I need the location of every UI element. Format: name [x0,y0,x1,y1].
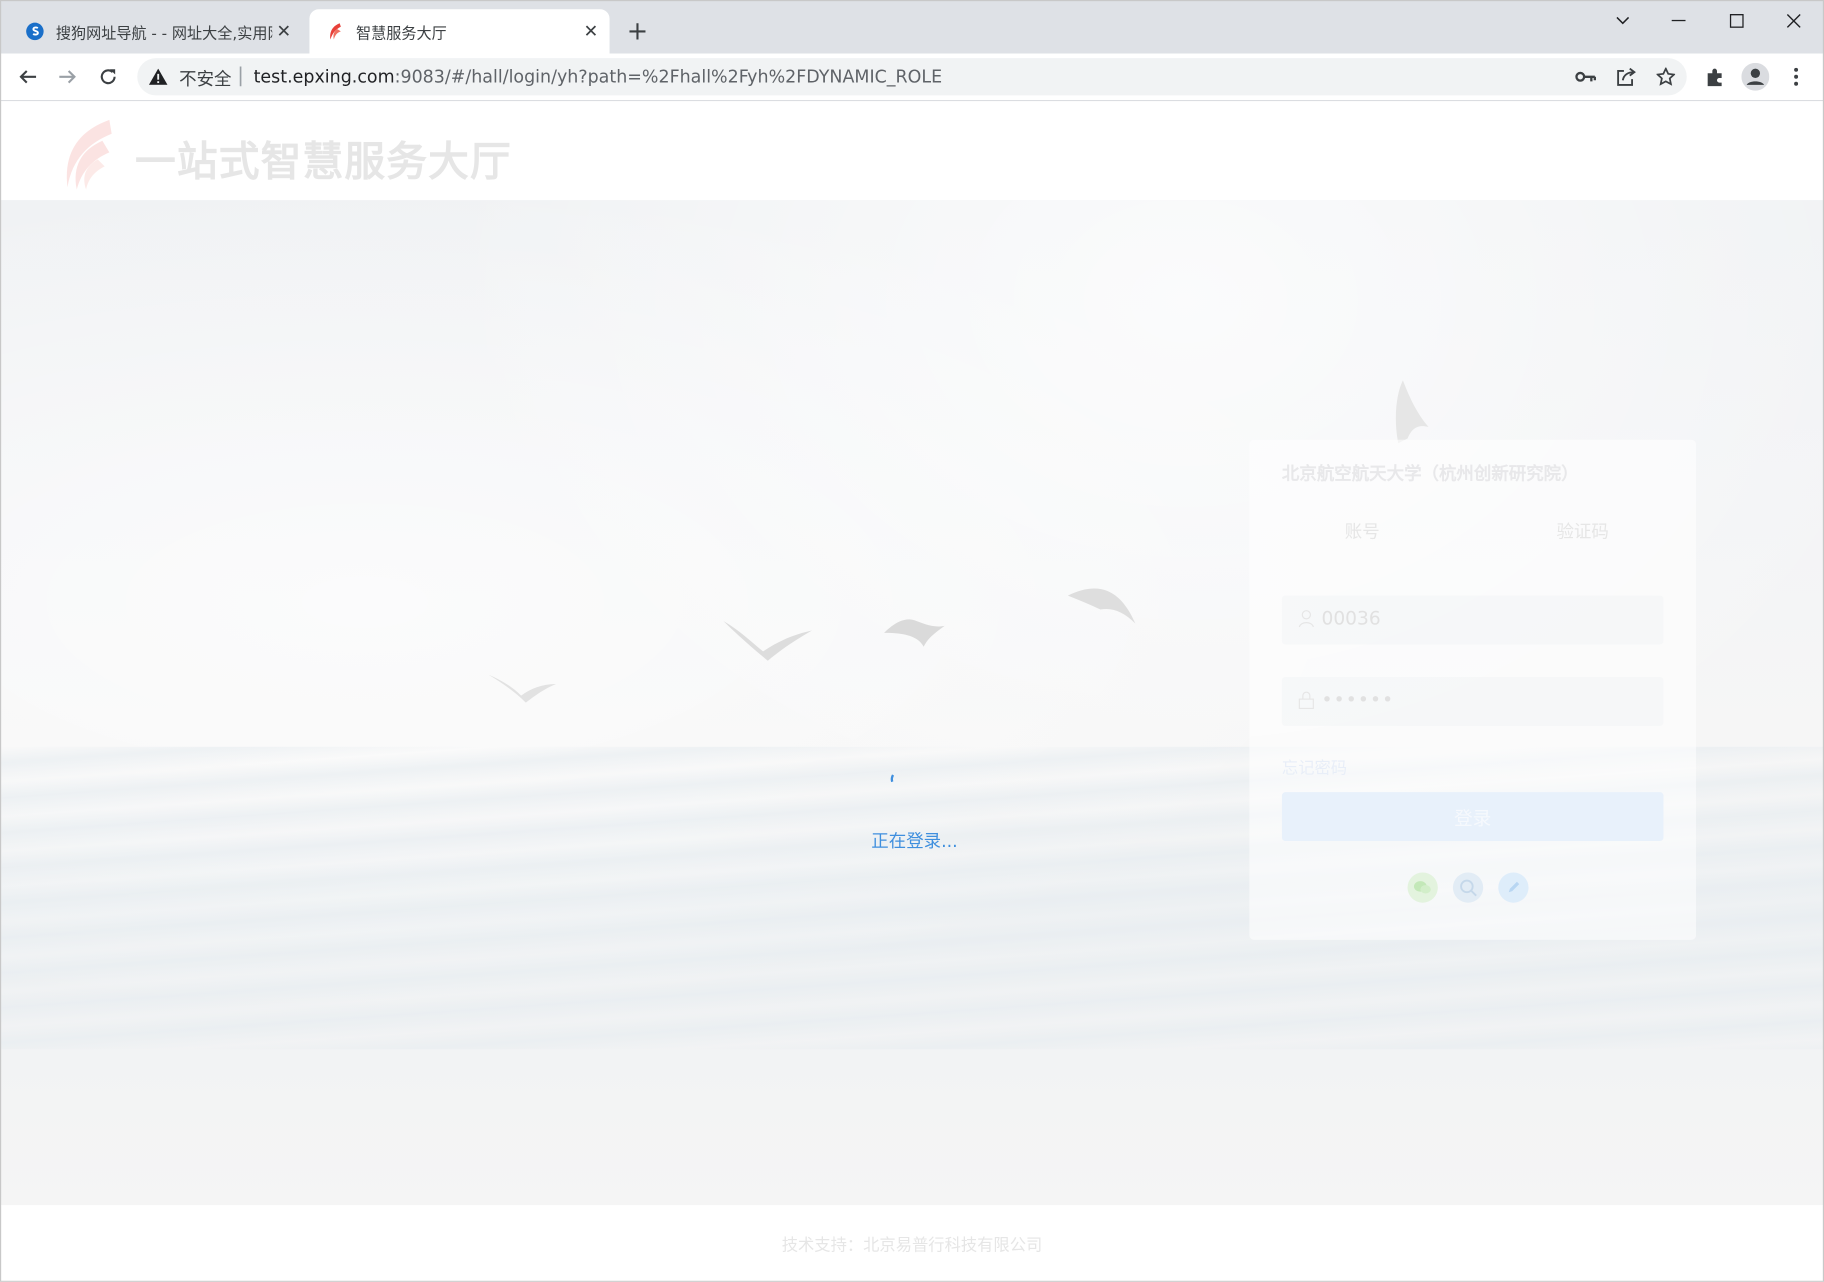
hero-background: 北京航空航天大学（杭州创新研究院） 账号 验证码 00036 •••••• 忘记… [0,200,1824,1206]
forward-arrow-icon[interactable] [54,63,82,91]
tab-account-login[interactable]: 账号 [1345,519,1380,543]
search-login-icon[interactable] [1452,872,1484,903]
page-content: 一站式智慧服务大厅 北京航空航天大学（杭州创新研究院） 账号 验证码 00036 [0,101,1824,1282]
lock-icon [1298,691,1314,710]
extensions-puzzle-icon[interactable] [1702,63,1730,91]
browser-window: 搜狗网址导航 - - 网址大全,实用网址 ✕ 智慧服务大厅 ✕ + [0,0,1824,1282]
maximize-icon[interactable] [1710,5,1764,38]
close-window-icon[interactable] [1767,5,1821,38]
url-host: test.epxing.com [253,66,395,88]
security-label[interactable]: 不安全 [179,66,231,90]
seagull-image [1395,380,1429,444]
url-text[interactable]: test.epxing.com:9083/#/hall/login/yh?pat… [254,66,943,87]
key-icon[interactable] [1573,65,1599,88]
tab-search-chevron-icon[interactable] [1596,5,1650,38]
tab-sogou[interactable]: 搜狗网址导航 - - 网址大全,实用网址 ✕ [9,9,302,53]
wechat-login-icon[interactable] [1407,872,1438,903]
more-menu-icon[interactable] [1782,63,1810,91]
logging-in-text: 正在登录... [871,830,958,852]
back-arrow-icon[interactable] [14,63,42,91]
tab-code-login[interactable]: 验证码 [1556,519,1608,543]
tab-service-hall[interactable]: 智慧服务大厅 ✕ [309,9,610,54]
minimize-icon[interactable] [1652,5,1706,38]
address-bar[interactable]: 不安全 | test.epxing.com:9083/#/hall/login/… [137,58,1687,96]
site-title: 一站式智慧服务大厅 [134,139,512,187]
tab-strip: 搜狗网址导航 - - 网址大全,实用网址 ✕ 智慧服务大厅 ✕ + [0,0,1824,54]
organization-name: 北京航空航天大学（杭州创新研究院） [1281,462,1579,484]
seagull-image [1067,588,1136,624]
browser-toolbar: 不安全 | test.epxing.com:9083/#/hall/login/… [0,53,1824,102]
url-path: :9083/#/hall/login/yh?path=%2Fhall%2Fyh%… [394,66,943,88]
password-value: •••••• [1321,688,1395,711]
login-button[interactable]: 登录 [1281,792,1664,842]
reload-icon[interactable] [94,63,122,91]
footer-text: 技术支持：北京易普行科技有限公司 [781,1236,1043,1256]
close-tab-icon[interactable]: ✕ [272,20,295,43]
share-icon[interactable] [1613,65,1639,88]
password-field[interactable]: •••••• [1281,677,1664,726]
close-tab-icon[interactable]: ✕ [579,20,602,43]
user-icon [1298,610,1314,629]
tab-title: 搜狗网址导航 - - 网址大全,实用网址 [55,25,272,43]
flame-logo-icon [326,22,345,41]
sogou-icon [26,22,45,41]
profile-avatar-icon[interactable] [1741,62,1770,91]
tab-title: 智慧服务大厅 [355,25,447,43]
warning-triangle-icon[interactable] [148,67,168,89]
seagull-image [488,674,557,703]
username-field[interactable]: 00036 [1281,595,1664,645]
loading-spinner [890,769,902,783]
seagull-image [723,621,812,661]
username-value: 00036 [1321,607,1381,630]
login-card: 北京航空航天大学（杭州创新研究院） 账号 验证码 00036 •••••• 忘记… [1249,439,1697,940]
bookmark-star-icon[interactable] [1653,65,1679,88]
edit-login-icon[interactable] [1498,872,1529,903]
omnibox-separator: | [237,63,244,88]
forgot-password-link[interactable]: 忘记密码 [1282,756,1347,779]
site-header: 一站式智慧服务大厅 [0,101,1824,201]
site-footer: 技术支持：北京易普行科技有限公司 [0,1205,1824,1282]
seagull-image [884,619,945,647]
new-tab-button[interactable]: + [624,17,652,46]
flame-logo [56,117,116,191]
